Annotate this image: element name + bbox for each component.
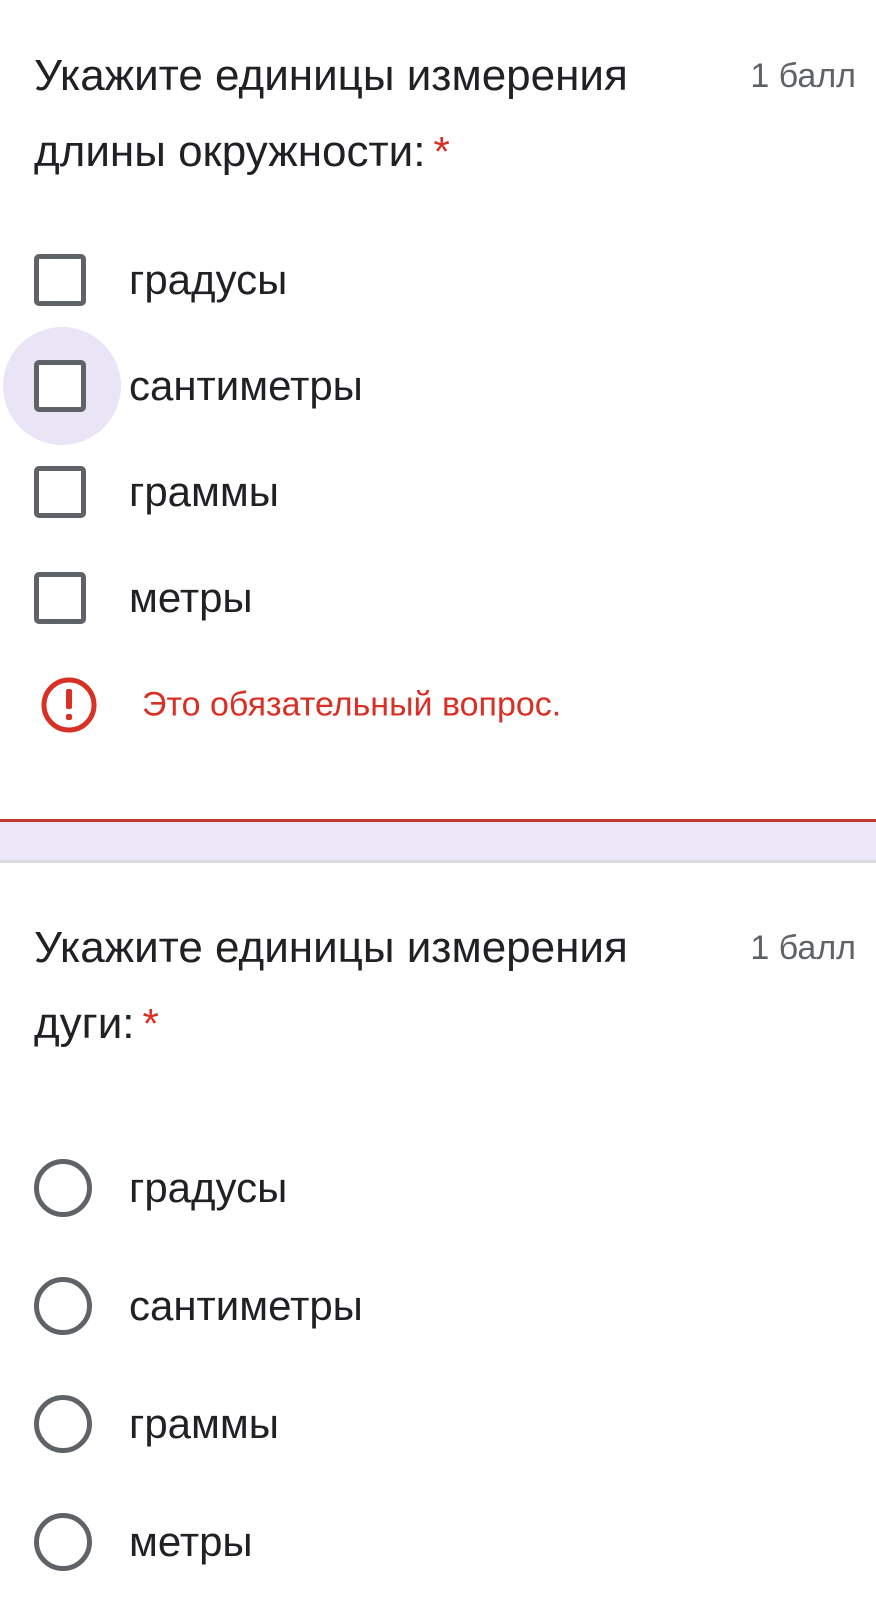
radio-option-santimetry[interactable]: сантиметры [0,1256,876,1356]
required-asterisk: * [142,1000,159,1047]
checkbox-icon[interactable] [34,254,86,306]
radio-option-metry[interactable]: метры [0,1492,876,1592]
checkbox-icon[interactable] [34,572,86,624]
checkbox-icon[interactable] [34,466,86,518]
error-message: Это обязательный вопрос. [142,685,562,724]
radio-icon[interactable] [34,1159,92,1217]
option-label: метры [129,574,253,621]
question-title: Укажите единицы измерения длины окружнос… [34,38,714,190]
section-divider [0,822,876,860]
option-label: граммы [129,468,279,515]
card-border [0,860,876,863]
option-label: метры [129,1518,253,1565]
option-label: граммы [129,1400,279,1447]
checkbox-option-grammy[interactable]: граммы [0,442,876,542]
error-icon [41,677,97,733]
checkbox-option-santimetry[interactable]: сантиметры [0,327,876,445]
question-title-text: Укажите единицы измерения дуги: [34,923,628,1048]
radio-icon[interactable] [34,1395,92,1453]
question-points: 1 балл [750,57,856,95]
option-label: градусы [129,1164,288,1211]
question-title-text: Укажите единицы измерения длины окружнос… [34,51,628,176]
radio-option-grammy[interactable]: граммы [0,1374,876,1474]
option-label: сантиметры [129,1282,363,1329]
required-asterisk: * [433,128,450,175]
radio-option-gradusy[interactable]: градусы [0,1138,876,1238]
question-points: 1 балл [750,929,856,967]
checkbox-option-gradusy[interactable]: градусы [0,230,876,330]
radio-icon[interactable] [34,1513,92,1571]
radio-icon[interactable] [34,1277,92,1335]
option-label: сантиметры [129,362,363,409]
option-label: градусы [129,256,288,303]
checkbox-icon[interactable] [34,360,86,412]
checkbox-option-metry[interactable]: метры [0,548,876,648]
validation-error: Это обязательный вопрос. [0,660,876,750]
question-title: Укажите единицы измерения дуги: * [34,910,714,1062]
